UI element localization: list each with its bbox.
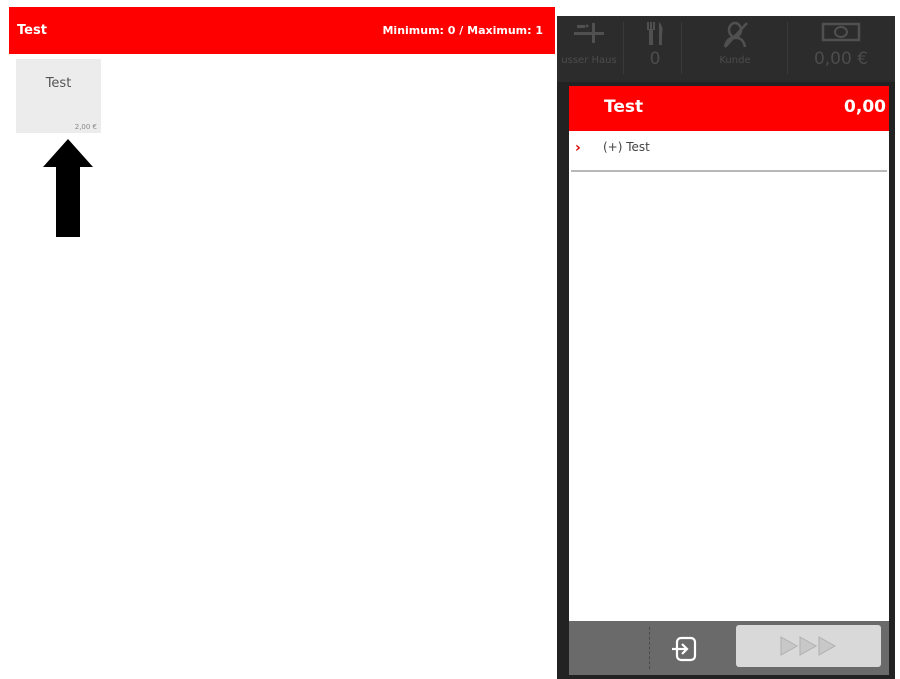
next-button[interactable] — [736, 625, 881, 667]
customer-button[interactable]: Kunde — [685, 16, 785, 82]
fork-knife-icon — [644, 21, 666, 47]
order-total: 0,00 — [844, 97, 886, 117]
order-toolbar: usser Haus 0 Kunde 0,00 € — [557, 16, 895, 82]
toolbar-divider — [681, 22, 682, 74]
order-item-label: (+) Test — [603, 140, 650, 154]
order-item-row[interactable]: › (+) Test — [569, 132, 889, 172]
exit-icon — [672, 636, 697, 662]
toolbar-divider — [787, 22, 788, 74]
order-footer — [569, 621, 889, 675]
customer-icon — [721, 21, 749, 48]
up-arrow-icon — [43, 139, 93, 243]
customer-label: Kunde — [719, 55, 751, 66]
footer-divider — [649, 627, 650, 669]
guests-count: 0 — [649, 49, 661, 69]
service-mode-label: usser Haus — [561, 55, 617, 66]
service-bell-icon — [572, 21, 606, 47]
product-name: Test — [45, 76, 72, 91]
modifier-title: Test — [17, 23, 47, 38]
cash-total: 0,00 € — [813, 49, 869, 69]
order-panel: usser Haus 0 Kunde 0,00 € Test 0,00 › (+… — [557, 16, 895, 679]
min-max-label: Minimum: 0 / Maximum: 1 — [382, 24, 543, 37]
order-list: Test 0,00 › (+) Test — [569, 86, 889, 621]
service-mode-button[interactable]: usser Haus — [557, 16, 621, 82]
toolbar-divider — [623, 22, 624, 74]
modifier-panel: Test Minimum: 0 / Maximum: 1 Test 2,00 € — [9, 7, 555, 679]
exit-button[interactable] — [669, 634, 699, 664]
top-border — [0, 0, 900, 7]
guests-button[interactable]: 0 — [629, 16, 681, 82]
product-tile[interactable]: Test 2,00 € — [16, 59, 101, 133]
triple-play-icon — [780, 636, 836, 656]
order-header: Test 0,00 — [569, 86, 889, 131]
row-divider — [571, 170, 887, 172]
cash-button[interactable]: 0,00 € — [791, 16, 891, 82]
chevron-right-icon: › — [575, 140, 581, 156]
product-price: 2,00 € — [74, 123, 97, 131]
modifier-header: Test Minimum: 0 / Maximum: 1 — [9, 7, 555, 54]
order-title: Test — [604, 97, 644, 117]
banknote-icon — [821, 21, 861, 47]
